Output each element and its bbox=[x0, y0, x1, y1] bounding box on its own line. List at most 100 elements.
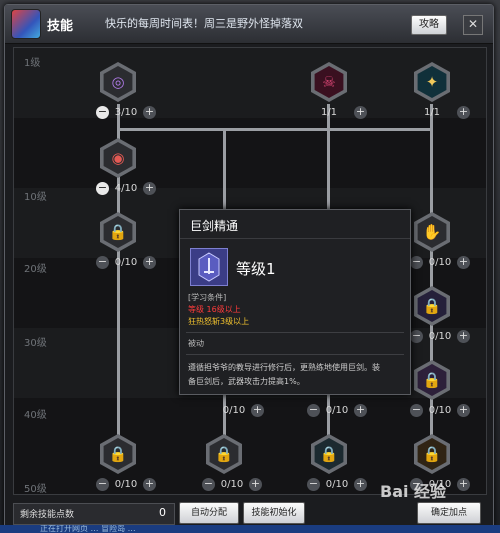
decrease-button[interactable]: − bbox=[410, 256, 423, 269]
skill-level-count: 0/10 bbox=[114, 479, 138, 490]
tooltip-description-line: 遵循担爷爷的教导进行修行后，更熟练地使用巨剑。装 bbox=[188, 363, 380, 372]
skill-counter: 0/10 + bbox=[204, 404, 266, 418]
lock-icon: 🔒 bbox=[108, 445, 128, 463]
lock-icon: 🔒 bbox=[422, 297, 442, 315]
skill-node[interactable]: ◉ bbox=[98, 138, 138, 178]
title-bar[interactable]: 技能 快乐的每周时间表！周三是野外怪掉落双 攻略 ✕ bbox=[5, 5, 493, 44]
skill-level-count: 0/10 bbox=[222, 405, 246, 416]
remaining-points-value: 0 bbox=[159, 506, 166, 519]
remaining-points-label: 剩余技能点数 bbox=[20, 510, 75, 520]
decrease-button[interactable]: − bbox=[96, 256, 109, 269]
increase-button[interactable]: + bbox=[143, 106, 156, 119]
skill-node[interactable]: 🔒 bbox=[204, 434, 244, 474]
skill-counter: − 3/10 + bbox=[96, 106, 158, 120]
lock-icon: 🔒 bbox=[214, 445, 234, 463]
skill-counter: − 0/10 + bbox=[410, 330, 472, 344]
skill-counter: 1/1 + bbox=[307, 106, 369, 120]
level-label: 40级 bbox=[24, 410, 47, 421]
skill-counter: − 0/10 + bbox=[410, 404, 472, 418]
skill-node[interactable]: 🔒 bbox=[309, 434, 349, 474]
skill-window: 技能 快乐的每周时间表！周三是野外怪掉落双 攻略 ✕ 1级 10级 20级 30… bbox=[4, 4, 494, 530]
decrease-button[interactable]: − bbox=[96, 106, 109, 119]
tooltip-skill-level: 等级1 bbox=[236, 260, 276, 278]
skill-counter: − 0/10 + bbox=[307, 478, 369, 492]
tooltip-requirement-level: 等级 16级以上 bbox=[188, 305, 241, 314]
increase-button[interactable]: + bbox=[457, 404, 470, 417]
increase-button[interactable]: + bbox=[143, 182, 156, 195]
skill-node[interactable]: ☠ bbox=[309, 62, 349, 102]
decrease-button[interactable]: − bbox=[307, 478, 320, 491]
increase-button[interactable]: + bbox=[354, 478, 367, 491]
increase-button[interactable]: + bbox=[354, 404, 367, 417]
skill-level-count: 0/10 bbox=[428, 405, 452, 416]
decrease-button[interactable]: − bbox=[96, 478, 109, 491]
skill-node[interactable]: 🔒 bbox=[98, 212, 138, 252]
hand-icon: ✋ bbox=[422, 223, 442, 241]
lock-icon: 🔒 bbox=[319, 445, 339, 463]
level-label: 50级 bbox=[24, 484, 47, 495]
taskbar-text: 正在打开网页 … 冒险岛 … bbox=[40, 525, 136, 533]
level-label: 20级 bbox=[24, 264, 47, 275]
skill-counter: − 0/10 + bbox=[410, 256, 472, 270]
increase-button[interactable]: + bbox=[457, 106, 470, 119]
skill-level-count: 3/10 bbox=[114, 107, 138, 118]
increase-button[interactable]: + bbox=[354, 106, 367, 119]
guide-button[interactable]: 攻略 bbox=[411, 15, 447, 35]
skill-tooltip: 巨剑精通 等级1 [学习条件] 等级 16级以上 狂热怒斩3级以上 被动 遵循担… bbox=[179, 209, 411, 395]
tooltip-skill-type: 被动 bbox=[188, 339, 204, 348]
lock-icon: 🔒 bbox=[422, 445, 442, 463]
sparkle-icon: ✦ bbox=[425, 73, 439, 91]
tooltip-description-line: 备巨剑后，武器攻击力提高1%。 bbox=[188, 377, 305, 386]
confirm-points-button[interactable]: 确定加点 bbox=[417, 502, 481, 524]
skill-counter: − 0/10 + bbox=[96, 256, 158, 270]
skill-counter: − 0/10 + bbox=[307, 404, 369, 418]
decrease-button[interactable]: − bbox=[307, 404, 320, 417]
increase-button[interactable]: + bbox=[143, 256, 156, 269]
greatsword-icon bbox=[190, 248, 228, 286]
skill-counter: − 4/10 + bbox=[96, 182, 158, 196]
increase-button[interactable]: + bbox=[457, 478, 470, 491]
skill-node[interactable]: ◎ bbox=[98, 62, 138, 102]
reset-skills-button[interactable]: 技能初始化 bbox=[243, 502, 305, 524]
close-button[interactable]: ✕ bbox=[463, 15, 483, 35]
skill-level-count: 0/10 bbox=[325, 479, 349, 490]
decrease-button[interactable]: − bbox=[410, 404, 423, 417]
skill-level-count: 0/10 bbox=[428, 257, 452, 268]
skill-counter: − 0/10 + bbox=[202, 478, 264, 492]
skill-level-count: 4/10 bbox=[114, 183, 138, 194]
news-ticker: 快乐的每周时间表！周三是野外怪掉落双 bbox=[105, 17, 303, 30]
skill-level-count: 0/10 bbox=[428, 331, 452, 342]
skill-level-count: 0/10 bbox=[325, 405, 349, 416]
level-label: 10级 bbox=[24, 192, 47, 203]
tooltip-divider bbox=[186, 332, 404, 333]
skill-level-count: 0/10 bbox=[220, 479, 244, 490]
tooltip-skill-name: 巨剑精通 bbox=[190, 219, 239, 233]
increase-button[interactable]: + bbox=[143, 478, 156, 491]
decrease-button[interactable]: − bbox=[410, 330, 423, 343]
tooltip-requirement-skill: 狂热怒斩3级以上 bbox=[188, 317, 250, 326]
lock-icon: 🔒 bbox=[108, 223, 128, 241]
skill-node[interactable]: ✦ bbox=[412, 62, 452, 102]
skill-node[interactable]: 🔒 bbox=[412, 286, 452, 326]
auto-assign-button[interactable]: 自动分配 bbox=[179, 502, 239, 524]
increase-button[interactable]: + bbox=[457, 256, 470, 269]
remaining-points-box: 剩余技能点数 0 bbox=[13, 503, 175, 525]
decrease-button[interactable]: − bbox=[202, 478, 215, 491]
increase-button[interactable]: + bbox=[249, 478, 262, 491]
lock-icon: 🔒 bbox=[422, 371, 442, 389]
connector-line bbox=[117, 128, 433, 131]
skill-icon: ◎ bbox=[111, 73, 125, 91]
skill-node[interactable]: 🔒 bbox=[98, 434, 138, 474]
skill-node[interactable]: 🔒 bbox=[412, 360, 452, 400]
skill-node[interactable]: ✋ bbox=[412, 212, 452, 252]
level-label: 30级 bbox=[24, 338, 47, 349]
skill-node[interactable]: 🔒 bbox=[412, 434, 452, 474]
decrease-button[interactable]: − bbox=[96, 182, 109, 195]
tooltip-requirement-header: [学习条件] bbox=[188, 293, 227, 302]
skill-level-count: 1/1 bbox=[423, 107, 441, 118]
increase-button[interactable]: + bbox=[251, 404, 264, 417]
skill-cube-icon bbox=[11, 9, 41, 39]
skill-level-count: 1/1 bbox=[320, 107, 338, 118]
increase-button[interactable]: + bbox=[457, 330, 470, 343]
skill-icon: ◉ bbox=[111, 149, 125, 167]
